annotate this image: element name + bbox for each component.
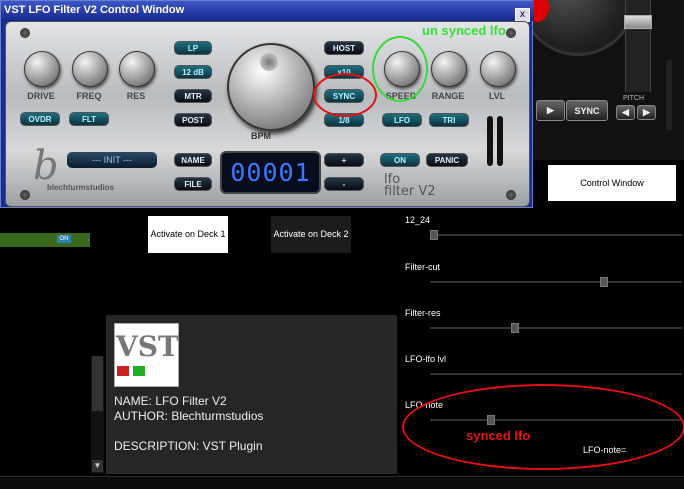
range-knob[interactable] bbox=[431, 51, 467, 87]
close-button[interactable]: x bbox=[515, 8, 530, 22]
screw-icon bbox=[20, 190, 30, 200]
param-slider-filter-res[interactable] bbox=[430, 327, 682, 329]
mtr-button[interactable]: MTR bbox=[174, 89, 212, 103]
sync-highlight bbox=[313, 73, 377, 117]
pitch-slider-handle[interactable] bbox=[624, 15, 652, 29]
info-description: DESCRIPTION: VST Plugin bbox=[114, 439, 263, 453]
control-window-button[interactable]: Control Window bbox=[548, 165, 676, 201]
info-scrollbar-thumb[interactable] bbox=[92, 356, 103, 411]
pitch-up-button[interactable]: ▶ bbox=[637, 105, 656, 120]
lvl-knob[interactable] bbox=[480, 51, 516, 87]
param-slider-filter-cut[interactable] bbox=[430, 281, 682, 283]
db-button[interactable]: 12 dB bbox=[174, 65, 212, 79]
product-logo: lfo filter V2 bbox=[384, 173, 436, 199]
synced-annotation: synced lfo bbox=[466, 428, 531, 443]
play-button[interactable]: ▶ bbox=[536, 100, 565, 121]
param-label-filter-cut: Filter-cut bbox=[405, 262, 441, 272]
tri-button[interactable]: TRI bbox=[429, 113, 469, 127]
activate-deck2-button[interactable]: Activate on Deck 2 bbox=[271, 216, 351, 253]
unsynced-annotation: un synced lfo bbox=[422, 23, 506, 38]
freq-knob[interactable] bbox=[72, 51, 108, 87]
pitch-label: PITCH bbox=[623, 95, 644, 102]
scroll-down-icon[interactable]: ▼ bbox=[92, 460, 103, 472]
param-slider-lfo-lvl[interactable] bbox=[430, 373, 682, 375]
param-slider-thumb[interactable] bbox=[511, 323, 519, 333]
deck-status-bar bbox=[0, 233, 90, 247]
info-author: AUTHOR: Blechturmstudios bbox=[114, 409, 264, 423]
flt-button[interactable]: FLT bbox=[69, 112, 109, 126]
info-name: NAME: LFO Filter V2 bbox=[114, 394, 227, 408]
on-button[interactable]: ON bbox=[380, 153, 420, 167]
vst-plug-icon bbox=[133, 366, 145, 376]
vst-plug-icon bbox=[117, 366, 129, 376]
panic-button[interactable]: PANIC bbox=[426, 153, 468, 167]
preset-display[interactable]: --- INIT --- bbox=[67, 152, 157, 168]
param-slider-thumb[interactable] bbox=[430, 230, 438, 240]
screw-icon bbox=[506, 28, 516, 38]
screw-icon bbox=[506, 190, 516, 200]
vst-logo-text: VST bbox=[116, 330, 179, 363]
param-slider-thumb[interactable] bbox=[600, 277, 608, 287]
file-button[interactable]: FILE bbox=[174, 177, 212, 191]
activate-deck1-button[interactable]: Activate on Deck 1 bbox=[148, 216, 228, 253]
minus-button[interactable]: - bbox=[324, 177, 364, 191]
plus-button[interactable]: + bbox=[324, 153, 364, 167]
level-meter bbox=[497, 116, 503, 166]
range-label: RANGE bbox=[431, 91, 465, 101]
screw-icon bbox=[20, 28, 30, 38]
res-knob[interactable] bbox=[119, 51, 155, 87]
param-label-12-24: 12_24 bbox=[405, 215, 431, 225]
bottom-strip bbox=[0, 476, 684, 489]
brand-name: blechturmstudios bbox=[47, 183, 115, 192]
bpm-knob-indicator bbox=[260, 53, 278, 71]
lcd-display: 00001 bbox=[220, 151, 321, 194]
pitch-down-button[interactable]: ◀ bbox=[616, 105, 635, 120]
res-label: RES bbox=[126, 91, 146, 101]
drive-knob[interactable] bbox=[24, 51, 60, 87]
arrow-left-icon: ◀ bbox=[622, 107, 629, 117]
lfo-button[interactable]: LFO bbox=[382, 113, 422, 127]
unsynced-highlight bbox=[372, 36, 428, 102]
name-button[interactable]: NAME bbox=[174, 153, 212, 167]
deck-sync-button[interactable]: SYNC bbox=[566, 100, 608, 121]
host-button[interactable]: HOST bbox=[324, 41, 364, 55]
volume-fader[interactable] bbox=[666, 60, 672, 130]
synced-highlight bbox=[402, 384, 684, 470]
level-meter bbox=[487, 116, 493, 166]
bpm-label: BPM bbox=[251, 131, 271, 141]
title-bar[interactable]: VST LFO Filter V2 Control Window x bbox=[1, 1, 534, 22]
lp-button[interactable]: LP bbox=[174, 41, 212, 55]
param-label-filter-res: Filter-res bbox=[405, 308, 441, 318]
window-title: VST LFO Filter V2 Control Window bbox=[4, 4, 185, 16]
ovdr-button[interactable]: OVDR bbox=[20, 112, 60, 126]
param-label-lfo-lvl: LFO-lfo lvl bbox=[405, 354, 447, 364]
drive-label: DRIVE bbox=[27, 91, 55, 101]
lvl-label: LVL bbox=[488, 91, 506, 101]
freq-label: FREQ bbox=[76, 91, 102, 101]
deck-on-toggle[interactable]: ON bbox=[57, 235, 71, 243]
arrow-right-icon: ▶ bbox=[643, 107, 650, 117]
play-icon: ▶ bbox=[547, 105, 554, 115]
pitch-slider[interactable] bbox=[625, 0, 651, 92]
post-button[interactable]: POST bbox=[174, 113, 212, 127]
param-slider-12-24[interactable] bbox=[430, 234, 682, 236]
product-logo-line2: filter V2 bbox=[384, 184, 436, 199]
